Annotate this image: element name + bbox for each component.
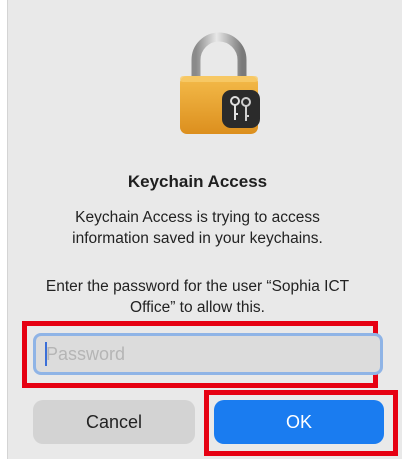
keychain-padlock-icon	[180, 32, 260, 134]
text-caret	[45, 342, 47, 366]
cancel-button[interactable]: Cancel	[33, 400, 195, 444]
keys-icon	[222, 90, 260, 128]
dialog-title: Keychain Access	[127, 172, 268, 191]
password-input[interactable]	[33, 333, 383, 375]
ok-button[interactable]: OK	[214, 400, 384, 444]
dialog-message: Keychain Access is trying to access info…	[72, 209, 323, 247]
password-prompt: Enter the password for the user “Sophia …	[45, 278, 350, 316]
